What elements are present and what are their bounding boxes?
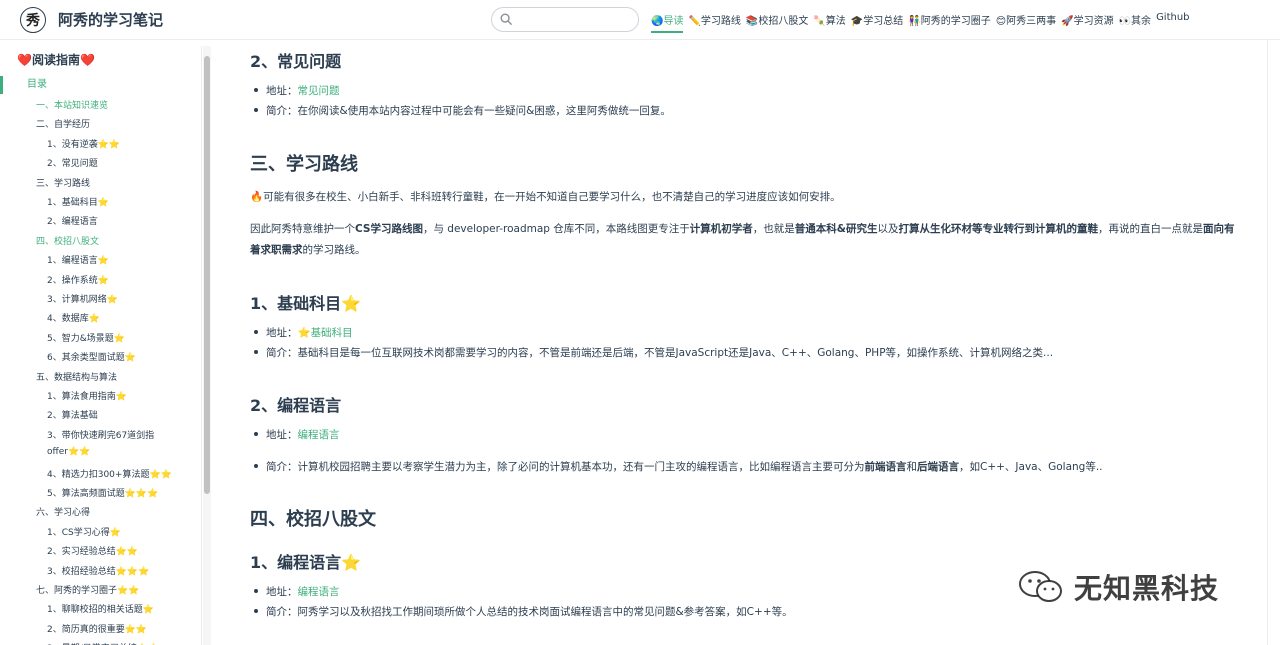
nav-item-interview[interactable]: 📚校招八股文 (746, 12, 808, 33)
search-icon (500, 13, 513, 26)
heading-interview-language: 1、编程语言⭐ (250, 553, 362, 572)
right-sidebar-edge (1267, 40, 1280, 645)
nav-item-guide[interactable]: 🌏导读 (651, 12, 684, 33)
toc-subsection-item[interactable]: 2、编程语言 (47, 214, 98, 227)
toc-subsection-item[interactable]: 2、简历真的很重要⭐⭐ (47, 622, 147, 635)
toc-subsection-item[interactable]: offer⭐⭐ (47, 447, 90, 457)
toc-subsection-item[interactable]: 4、精选力扣300+算法题⭐⭐ (47, 467, 172, 480)
heading-faq: 2、常见问题 (250, 52, 342, 71)
nav-item-stories[interactable]: 😊阿秀三两事 (996, 12, 1056, 33)
interview-language-link[interactable]: 编程语言 (298, 586, 340, 598)
toc-subsection-item[interactable]: 4、数据库⭐ (47, 311, 100, 324)
toc-subsection-item[interactable]: 1、CS学习心得⭐ (47, 525, 121, 538)
nav-item-learning-path[interactable]: ✏️学习路线 (688, 12, 740, 33)
toc-subsection-item[interactable]: 1、编程语言⭐ (47, 253, 109, 266)
paragraph: 因此阿秀特意维护一个CS学习路线图，与 developer-roadmap 仓库… (250, 223, 1235, 256)
nav-item-resources[interactable]: 🚀学习资源 (1061, 12, 1113, 33)
nav-item-algorithm[interactable]: 🍡算法 (813, 12, 845, 33)
toc-subsection-item[interactable]: 3、校招经验总结⭐⭐⭐ (47, 564, 149, 577)
site-title[interactable]: 阿秀的学习笔记 (58, 9, 163, 30)
sidebar: ❤️阅读指南❤️ 目录 一、本站知识速览 二、自学经历 1、没有逆袭⭐⭐ 2、常见问题… (0, 46, 202, 645)
site-logo[interactable]: 秀 (20, 7, 46, 33)
toc-subsection-item[interactable]: 2、算法基础 (47, 408, 98, 421)
programming-language-link[interactable]: 编程语言 (298, 429, 340, 441)
toc-section-item[interactable]: 二、自学经历 (36, 117, 90, 130)
nav-item-others[interactable]: 👀其余 (1119, 12, 1151, 33)
toc-section-item[interactable]: 五、数据结构与算法 (36, 370, 117, 383)
list-item: 简介：阿秀学习以及秋招找工作期间琐所做个人总结的技术岗面试编程语言中的常见问题&… (250, 604, 793, 619)
toc-subsection-item[interactable]: 2、操作系统⭐ (47, 273, 109, 286)
heading-learning-path: 三、学习路线 (250, 154, 358, 175)
watermark: 无知黑科技 (1016, 567, 1219, 607)
toc-section-item[interactable]: 六、学习心得 (36, 505, 90, 518)
toc-subsection-item[interactable]: 2、实习经验总结⭐⭐ (47, 544, 138, 557)
nav-item-summary[interactable]: 🎓学习总结 (851, 12, 903, 33)
toc-section-item[interactable]: 七、阿秀的学习圈子⭐⭐ (36, 583, 139, 596)
list-item: 地址：⭐基础科目 (250, 325, 353, 340)
toc-subsection-item[interactable]: 1、聊聊校招的相关话题⭐ (47, 602, 154, 615)
search-input[interactable] (491, 7, 639, 32)
list-item: 简介：在你阅读&使用本站内容过程中可能会有一些疑问&困惑，这里阿秀做统一回复。 (250, 103, 671, 118)
list-item: 地址：编程语言 (250, 427, 340, 442)
toc-subsection-item[interactable]: 3、暑期/日常实习总结⭐⭐ (47, 641, 159, 645)
list-item: 地址：常见问题 (250, 83, 340, 98)
heading-programming-language: 2、编程语言 (250, 396, 342, 415)
toc-subsection-item[interactable]: 6、其余类型面试题⭐ (47, 350, 136, 363)
toc-subsection-item[interactable]: 5、算法高频面试题⭐⭐⭐ (47, 486, 158, 499)
main-content: 2、常见问题 地址：常见问题 简介：在你阅读&使用本站内容过程中可能会有一些疑问… (212, 40, 1262, 645)
toc-subsection-item[interactable]: 3、计算机网络⭐ (47, 292, 118, 305)
nav-item-circle[interactable]: 👫阿秀的学习圈子 (908, 12, 990, 33)
toc-subsection-item[interactable]: 2、常见问题 (47, 156, 98, 169)
toc-subsection-item[interactable]: 1、算法食用指南⭐ (47, 389, 127, 402)
faq-link[interactable]: 常见问题 (298, 85, 340, 97)
wechat-icon (1019, 571, 1062, 602)
toc-section-item[interactable]: 三、学习路线 (36, 176, 90, 189)
list-item: 简介：基础科目是每一位互联网技术岗都需要学习的内容，不管是前端还是后端，不管是J… (250, 345, 1053, 360)
toc-subsection-item[interactable]: 1、没有逆袭⭐⭐ (47, 137, 120, 150)
list-item: 简介：计算机校园招聘主要以考察学生潜力为主，除了必问的计算机基本功，还有一门主攻… (250, 459, 1103, 474)
watermark-text: 无知黑科技 (1074, 572, 1220, 605)
toc-subsection-item[interactable]: 5、智力&场景题⭐ (47, 331, 125, 344)
nav-links: 🌏导读 ✏️学习路线 📚校招八股文 🍡算法 🎓学习总结 👫阿秀的学习圈子 😊阿秀… (651, 12, 1195, 33)
sidebar-heading[interactable]: ❤️阅读指南❤️ (17, 51, 95, 68)
toc-subsection-item[interactable]: 3、带你快速刷完67道剑指 (47, 428, 154, 441)
heading-interview-essentials: 四、校招八股文 (250, 509, 376, 530)
paragraph: 🔥可能有很多在校生、小白新手、非科班转行童鞋，在一开始不知道自己要学习什么，也不… (250, 191, 841, 203)
heading-basic-subjects: 1、基础科目⭐ (250, 294, 362, 313)
list-item: 地址：编程语言 (250, 584, 340, 599)
toc-section-item[interactable]: 一、本站知识速览 (36, 98, 108, 111)
nav-item-github[interactable]: Github (1156, 12, 1189, 33)
toc-section-item[interactable]: 四、校招八股文 (36, 234, 99, 247)
toc-label[interactable]: 目录 (0, 76, 190, 94)
basic-subjects-link[interactable]: ⭐基础科目 (298, 327, 353, 339)
sidebar-scrollbar-thumb[interactable] (204, 56, 210, 494)
toc-subsection-item[interactable]: 1、基础科目⭐ (47, 195, 109, 208)
top-navbar: 秀 阿秀的学习笔记 🌏导读 ✏️学习路线 📚校招八股文 🍡算法 🎓学习总结 👫阿… (0, 0, 1280, 40)
